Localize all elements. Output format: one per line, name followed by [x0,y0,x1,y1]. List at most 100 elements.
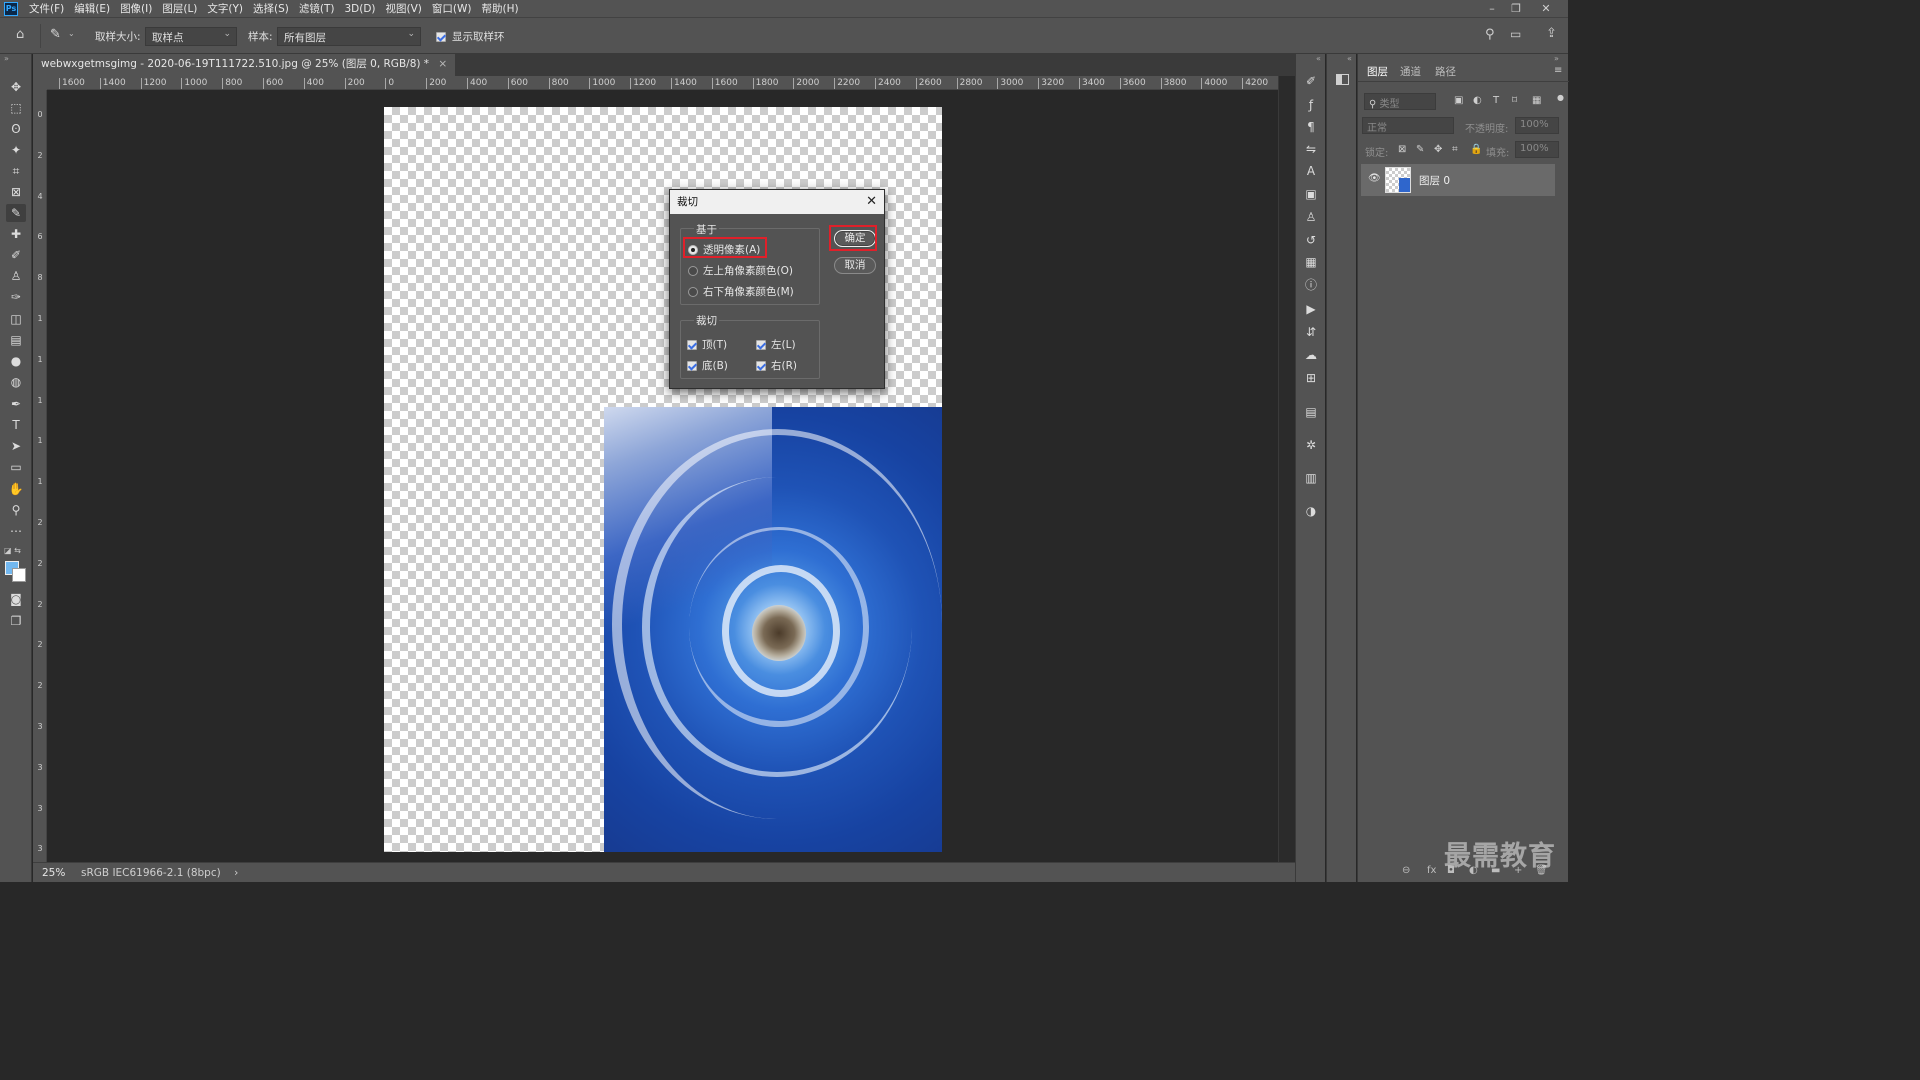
filter-pixel-icon[interactable]: ▣ [1454,95,1463,106]
menu-select[interactable]: 选择(S) [248,1,294,16]
move-tool-icon[interactable]: ✥ [6,78,26,96]
swatches-icon[interactable] [1336,74,1349,85]
tab-channels[interactable]: 通道 [1400,64,1421,79]
link-layers-icon[interactable]: ⊖ [1402,865,1410,876]
frame-tool-icon[interactable]: ⊠ [6,183,26,201]
hand-tool-icon[interactable]: ✋ [6,480,26,498]
menu-image[interactable]: 图像(I) [115,1,157,16]
glyphs-icon[interactable]: ✲ [1301,436,1321,454]
filter-adjustment-icon[interactable]: ◐ [1473,95,1482,106]
check-right[interactable]: 右(R) [756,358,797,373]
collapse-panels-icon[interactable]: « [1347,54,1352,63]
tab-close-icon[interactable]: × [438,58,447,70]
notes-icon[interactable]: ▤ [1301,403,1321,421]
marquee-tool-icon[interactable]: ⬚ [6,99,26,117]
sample-select[interactable]: 所有图层 ⌄ [277,27,421,46]
sample-size-select[interactable]: 取样点 ⌄ [145,27,237,46]
table-icon[interactable]: ⊞ [1301,369,1321,387]
minimize-button[interactable]: – [1480,0,1504,17]
dialog-close-icon[interactable]: ✕ [866,190,877,214]
lock-pixels-icon[interactable]: ✎ [1416,144,1424,155]
menu-filter[interactable]: 滤镜(T) [294,1,340,16]
menu-type[interactable]: 文字(Y) [202,1,248,16]
rectangle-tool-icon[interactable]: ▭ [6,458,26,476]
fill-input[interactable]: 100% [1515,141,1559,158]
check-bottom[interactable]: 底(B) [687,358,728,373]
filter-smart-object-icon[interactable]: ▦ [1532,95,1541,106]
navigator-icon[interactable]: ▥ [1301,469,1321,487]
lasso-tool-icon[interactable]: ʘ [6,120,26,138]
history-brush-tool-icon[interactable]: ✑ [6,288,26,306]
menu-help[interactable]: 帮助(H) [477,1,524,16]
brush-tool-icon[interactable]: ✐ [6,246,26,264]
filter-toggle-icon[interactable]: ● [1557,93,1564,102]
clone-stamp-tool-icon[interactable]: ♙ [6,267,26,285]
default-colors-icon[interactable]: ◪ ⇆ [4,546,21,555]
eraser-tool-icon[interactable]: ◫ [6,310,26,328]
collapse-toolbar-icon[interactable]: » [4,54,9,63]
panel-menu-icon[interactable]: ≡ [1554,65,1562,76]
check-top[interactable]: 顶(T) [687,337,727,352]
gradient-tool-icon[interactable]: ▤ [6,331,26,349]
info-icon[interactable]: ⓘ [1301,276,1321,294]
opacity-input[interactable]: 100% [1515,117,1559,134]
adjustments-icon[interactable]: ⇋ [1301,140,1321,158]
restore-button[interactable]: ❐ [1504,0,1528,17]
menu-3d[interactable]: 3D(D) [339,3,380,15]
eyedropper-tool-icon[interactable]: ✎ [6,204,26,222]
lock-position-icon[interactable]: ✥ [1434,144,1442,155]
pen-tool-icon[interactable]: ✒ [6,395,26,413]
timeline-icon[interactable]: ⇵ [1301,323,1321,341]
radio-bottom-right-color[interactable]: 右下角像素颜色(M) [688,284,794,299]
blur-tool-icon[interactable]: ● [6,352,26,370]
menu-view[interactable]: 视图(V) [381,1,427,16]
character-icon[interactable]: A [1301,162,1321,180]
3d-icon[interactable]: ☁ [1301,346,1321,364]
tool-preset-chevron-icon[interactable]: ⌄ [68,29,75,38]
background-color-swatch[interactable] [12,568,26,582]
color-icon[interactable]: ◑ [1301,502,1321,520]
layer-row[interactable]: 👁 图层 0 [1361,164,1555,196]
filter-type-icon[interactable]: T [1493,95,1499,106]
share-icon[interactable]: ⇪ [1546,26,1557,41]
type-tool-icon[interactable]: T [6,416,26,434]
cancel-button[interactable]: 取消 [834,257,876,274]
check-left[interactable]: 左(L) [756,337,796,352]
menu-window[interactable]: 窗口(W) [427,1,477,16]
properties-icon[interactable]: ▦ [1301,253,1321,271]
styles-icon[interactable]: ƒ [1301,96,1321,114]
vertical-ruler[interactable]: 0 2 4 6 8 1 1 1 1 1 2 2 2 2 2 3 3 3 3 [33,90,47,862]
screen-mode-icon[interactable]: ❐ [6,612,26,630]
blend-mode-select[interactable]: 正常 [1362,117,1454,134]
paragraph-icon[interactable]: ¶ [1301,118,1321,136]
layer-filter-select[interactable]: ⚲ 类型 [1364,93,1436,110]
tab-paths[interactable]: 路径 [1435,64,1456,79]
search-icon[interactable]: ⚲ [1485,27,1495,42]
tab-layers[interactable]: 图层 [1367,64,1388,79]
radio-top-left-color[interactable]: 左上角像素颜色(O) [688,263,793,278]
zoom-tool-icon[interactable]: ⚲ [6,501,26,519]
libraries-icon[interactable]: ▣ [1301,185,1321,203]
healing-brush-tool-icon[interactable]: ✚ [6,225,26,243]
brush-settings-icon[interactable]: ✐ [1301,72,1321,90]
close-window-button[interactable]: ✕ [1534,0,1558,17]
lock-transparent-icon[interactable]: ⊠ [1398,144,1406,155]
quick-select-tool-icon[interactable]: ✦ [6,141,26,159]
menu-layer[interactable]: 图层(L) [157,1,202,16]
collapse-panels-icon[interactable]: « [1316,54,1321,63]
fx-icon[interactable]: fx [1427,865,1436,876]
vertical-scrollbar[interactable] [1278,76,1295,862]
status-menu-arrow-icon[interactable]: › [234,867,238,879]
zoom-level[interactable]: 25% [42,867,65,879]
show-ring-checkbox[interactable] [436,30,446,43]
menu-edit[interactable]: 编辑(E) [69,1,115,16]
dodge-tool-icon[interactable]: ◍ [6,373,26,391]
horizontal-ruler[interactable]: 1600 1400 1200 1000 800 600 400 200 0 200 400 600 80… [47,76,1278,90]
history-icon[interactable]: ↺ [1301,231,1321,249]
home-icon[interactable]: ⌂ [16,27,24,42]
eye-icon[interactable]: 👁 [1368,173,1381,184]
lock-artboard-icon[interactable]: ⌗ [1452,144,1458,155]
actions-play-icon[interactable]: ▶ [1301,300,1321,318]
more-tools-icon[interactable]: ⋯ [6,522,26,540]
eyedropper-tool-icon[interactable]: ✎ [50,27,61,42]
